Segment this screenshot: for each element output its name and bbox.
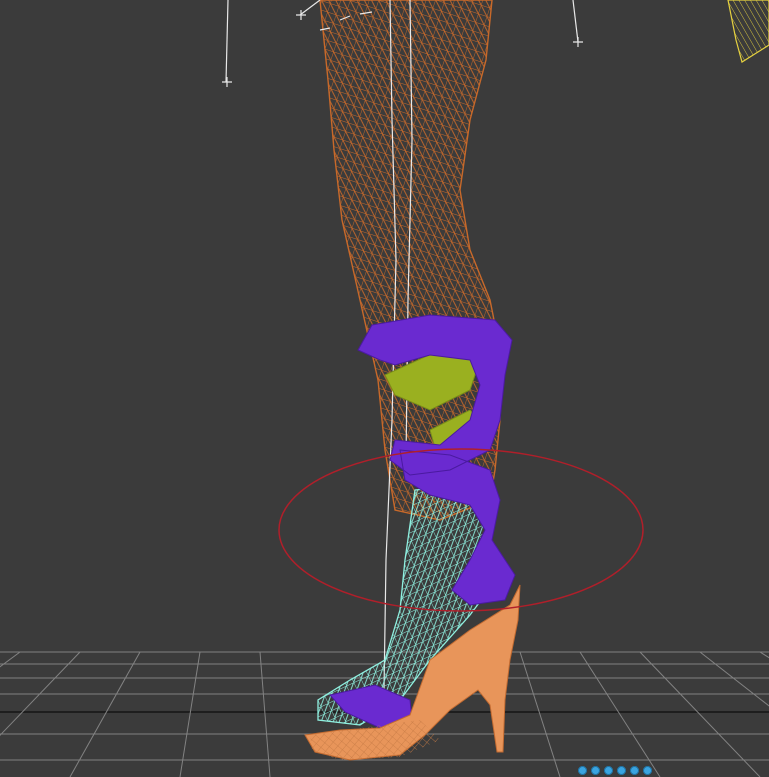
nav-dot-2[interactable] <box>591 766 600 775</box>
nav-dot-4[interactable] <box>617 766 626 775</box>
viewport-canvas <box>0 0 769 777</box>
nav-dot-1[interactable] <box>578 766 587 775</box>
nav-dot-5[interactable] <box>630 766 639 775</box>
nav-dots <box>578 766 652 775</box>
nav-dot-6[interactable] <box>643 766 652 775</box>
3d-viewport[interactable] <box>0 0 769 777</box>
nav-dot-3[interactable] <box>604 766 613 775</box>
hair-strands-wireframe[interactable] <box>727 0 769 63</box>
